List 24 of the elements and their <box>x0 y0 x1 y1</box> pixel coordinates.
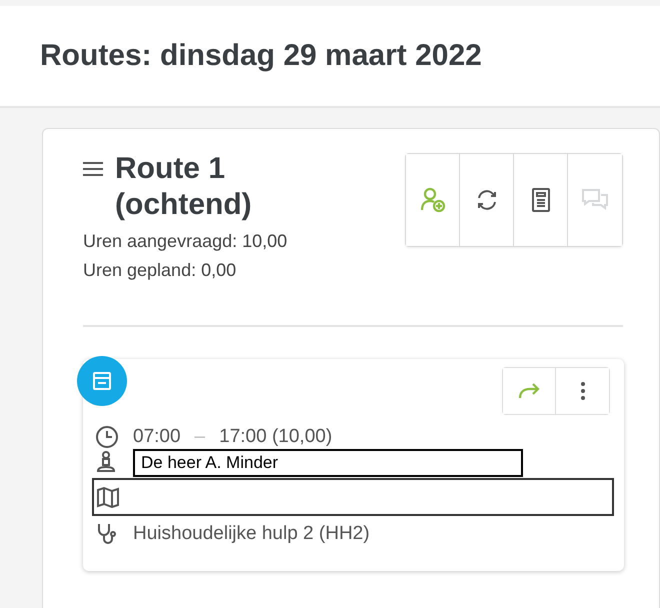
calendar-icon <box>92 371 112 391</box>
forward-arrow-icon <box>517 381 541 401</box>
address-field[interactable] <box>92 478 614 516</box>
add-person-icon <box>420 187 446 213</box>
clock-icon <box>95 425 119 449</box>
end-time: 17:00 (10,00) <box>219 426 332 448</box>
stethoscope-icon <box>95 522 119 546</box>
person-icon <box>95 451 117 475</box>
more-icon <box>580 381 586 401</box>
chat-icon <box>581 188 609 212</box>
menu-icon[interactable] <box>83 161 103 177</box>
toolbar-button[interactable] <box>460 154 514 246</box>
client-field[interactable]: De heer A. Minder <box>133 449 523 477</box>
toolbar-button[interactable] <box>514 154 568 246</box>
time-separator: – <box>194 426 206 448</box>
page-title: Routes: dinsdag 29 maart 2022 <box>40 39 482 73</box>
forward-button[interactable] <box>503 368 556 414</box>
route-stat: Uren gepland: 0,00 <box>83 260 238 281</box>
route-stat: Uren aangevraagd: 10,00 <box>83 231 288 252</box>
start-time: 07:00 <box>133 426 181 448</box>
service-name: Huishoudelijke hulp 2 (HH2) <box>133 523 370 545</box>
map-icon <box>96 486 120 508</box>
route-title: Route 1 (ochtend) <box>115 151 253 223</box>
document-icon <box>530 188 550 212</box>
